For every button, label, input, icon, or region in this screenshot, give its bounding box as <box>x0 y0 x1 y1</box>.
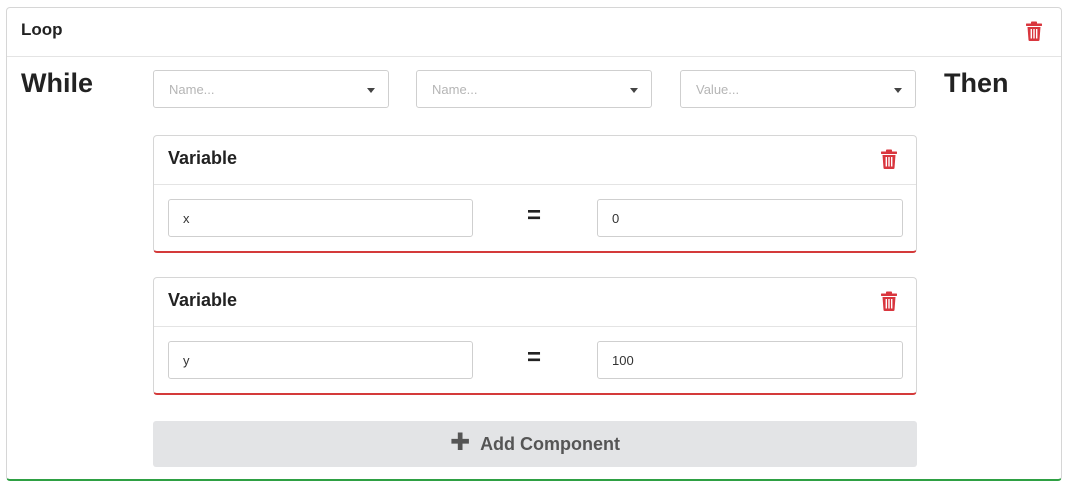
variable-value-input[interactable] <box>597 341 903 379</box>
condition-right-select[interactable]: Value... <box>680 70 916 108</box>
variable-card: Variable = <box>153 135 917 253</box>
add-component-label: Add Component <box>480 433 621 454</box>
condition-left-placeholder: Name... <box>169 82 215 97</box>
plus-icon: ✚ <box>449 429 471 456</box>
variable-title: Variable <box>168 290 238 310</box>
then-label: Then <box>944 68 1009 98</box>
delete-variable-trash-icon[interactable] <box>880 149 898 169</box>
variable-title: Variable <box>168 148 238 168</box>
condition-right-placeholder: Value... <box>696 82 740 97</box>
caret-down-icon <box>367 88 375 93</box>
caret-down-icon <box>630 88 638 93</box>
loop-header: Loop <box>7 8 1061 57</box>
loop-title: Loop <box>21 20 63 39</box>
variable-value-input[interactable] <box>597 199 903 237</box>
equals-sign: = <box>527 344 542 371</box>
condition-operator-select[interactable]: Name... <box>416 70 652 108</box>
delete-loop-trash-icon[interactable] <box>1025 21 1043 41</box>
add-component-button[interactable]: ✚ Add Component <box>153 421 917 467</box>
caret-down-icon <box>894 88 902 93</box>
loop-card: Loop While Name... Name... Value... Then… <box>6 7 1062 481</box>
condition-operator-placeholder: Name... <box>432 82 478 97</box>
variable-header: Variable <box>154 136 916 185</box>
variable-name-input[interactable] <box>168 341 473 379</box>
while-label: While <box>21 68 93 98</box>
condition-left-select[interactable]: Name... <box>153 70 389 108</box>
variable-name-input[interactable] <box>168 199 473 237</box>
delete-variable-trash-icon[interactable] <box>880 291 898 311</box>
equals-sign: = <box>527 202 542 229</box>
variable-header: Variable <box>154 278 916 327</box>
variable-card: Variable = <box>153 277 917 395</box>
